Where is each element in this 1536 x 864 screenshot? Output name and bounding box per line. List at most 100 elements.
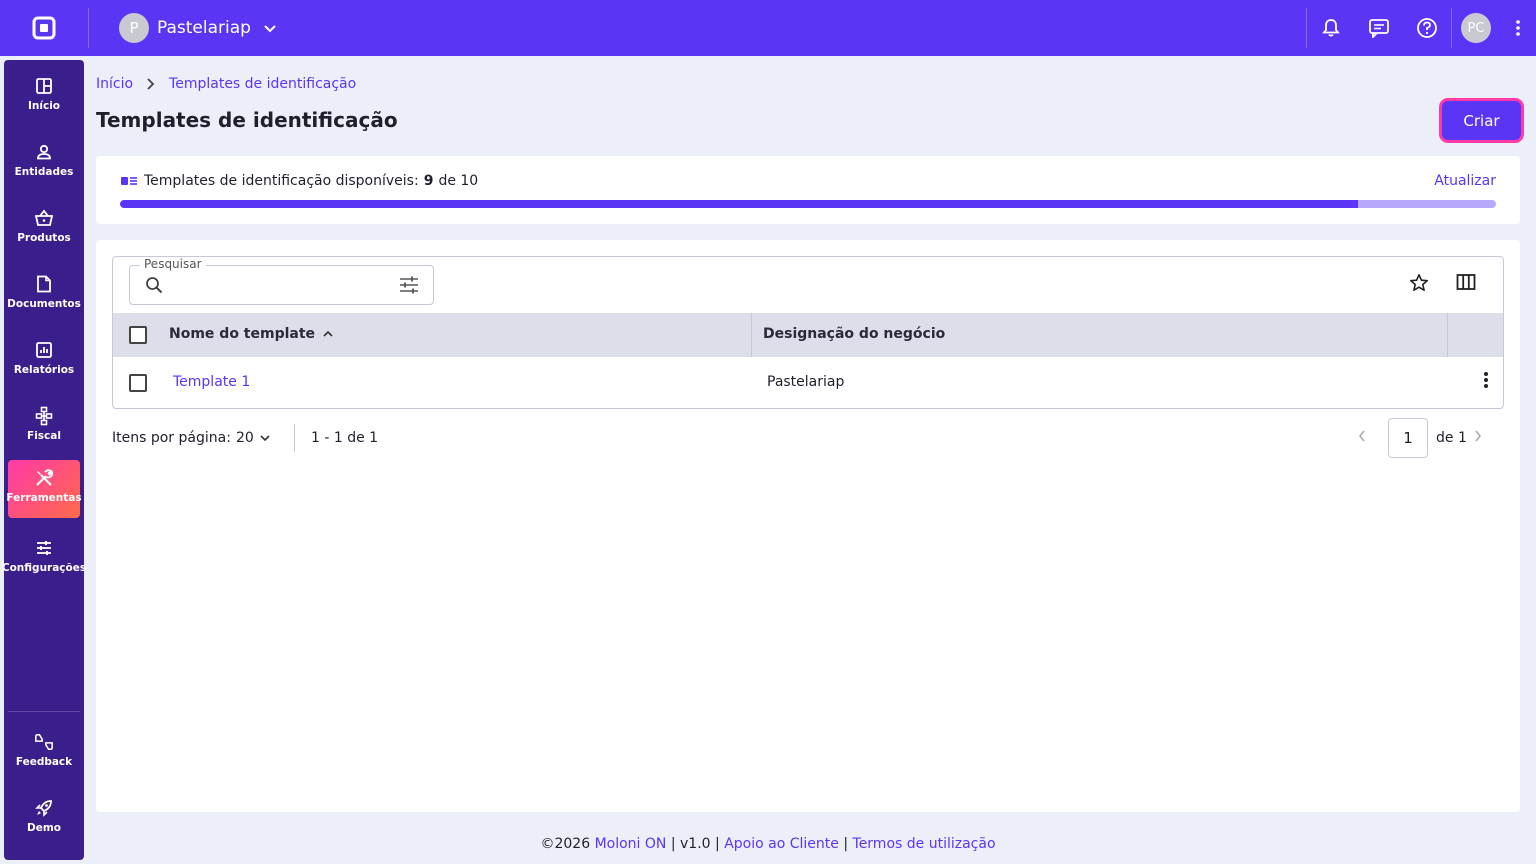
sort-ascending-icon [323, 330, 333, 338]
sidebar-item-label: Documentos [7, 298, 81, 310]
sidebar-item-label: Ferramentas [6, 492, 82, 504]
chevron-right-icon[interactable] [1474, 429, 1482, 443]
rocket-icon [34, 798, 54, 818]
sidebar-item-entidades[interactable]: Entidades [8, 134, 80, 192]
footer-separator: | [843, 836, 853, 852]
select-all-checkbox[interactable] [129, 326, 147, 344]
user-avatar: PC [1461, 13, 1491, 43]
data-table: Pesquisar Nome do template Designação do… [112, 256, 1504, 409]
quota-label: Templates de identificação disponíveis: [144, 173, 419, 189]
quota-text: Templates de identificação disponíveis: … [120, 173, 478, 189]
search-field[interactable]: Pesquisar [129, 257, 434, 305]
total-pages-label: de 1 [1436, 430, 1467, 446]
sidebar-item-documentos[interactable]: Documentos [7, 266, 81, 324]
table-header: Nome do template Designação do negócio [113, 313, 1503, 357]
breadcrumb-home[interactable]: Início [96, 76, 133, 92]
copyright-text: ©2026 [540, 836, 591, 852]
chevron-left-icon[interactable] [1358, 429, 1366, 443]
more-vertical-icon[interactable] [1500, 0, 1536, 56]
quota-used: 9 [423, 173, 434, 189]
pagination-divider [294, 424, 295, 452]
help-icon[interactable] [1403, 0, 1451, 56]
report-icon [34, 340, 54, 360]
footer: ©2026 Moloni ON | v1.0 | Apoio ao Client… [0, 836, 1536, 852]
template-name-link[interactable]: Template 1 [173, 374, 250, 390]
page-number-input[interactable]: 1 [1388, 418, 1428, 458]
pagination: Itens por página: 20 1 - 1 de 1 1 de 1 [112, 418, 1504, 460]
app-logo-icon[interactable] [0, 0, 88, 56]
quota-progress-bar [120, 200, 1496, 208]
sidebar-item-relatorios[interactable]: Relatórios [8, 332, 80, 390]
id-card-icon [120, 175, 138, 187]
row-checkbox[interactable] [129, 374, 147, 392]
page-title: Templates de identificação [96, 108, 398, 132]
sidebar-item-ferramentas[interactable]: Ferramentas [6, 460, 82, 518]
sidebar-divider [8, 711, 80, 712]
company-name: Pastelariap [157, 18, 251, 38]
create-button[interactable]: Criar [1442, 101, 1521, 140]
items-per-page-select[interactable]: 20 [236, 430, 270, 446]
support-link[interactable]: Apoio ao Cliente [724, 836, 839, 852]
brand-link[interactable]: Moloni ON [595, 836, 667, 852]
items-per-page-label: Itens por página: [112, 430, 231, 446]
footer-separator: | [715, 836, 725, 852]
breadcrumb-current[interactable]: Templates de identificação [169, 76, 356, 92]
sidebar-item-feedback[interactable]: Feedback [8, 724, 80, 782]
version-text: v1.0 [680, 836, 711, 852]
person-icon [34, 142, 54, 162]
search-label: Pesquisar [140, 257, 206, 271]
quota-progress-fill [120, 200, 1359, 208]
topbar-actions: PC [1306, 0, 1536, 56]
sidebar: Início Entidades Produtos Documentos Rel… [2, 60, 86, 860]
table-row: Template 1 Pastelariap [113, 357, 1503, 408]
columns-icon[interactable] [1456, 273, 1476, 291]
sidebar-item-produtos[interactable]: Produtos [8, 200, 80, 258]
column-header-business-name[interactable]: Designação do negócio [763, 326, 945, 342]
top-bar: P Pastelariap PC [0, 0, 1536, 56]
tools-icon [34, 468, 54, 488]
chevron-right-icon [147, 78, 155, 90]
feedback-icon [34, 732, 54, 752]
document-icon [34, 274, 54, 294]
star-icon[interactable] [1409, 273, 1429, 293]
column-header-template-name[interactable]: Nome do template [169, 326, 333, 342]
sidebar-item-fiscal[interactable]: Fiscal [8, 398, 80, 456]
quota-card: Templates de identificação disponíveis: … [96, 156, 1520, 224]
sidebar-item-label: Relatórios [13, 364, 75, 376]
company-selector[interactable]: P Pastelariap [119, 13, 277, 43]
filter-icon[interactable] [399, 276, 419, 294]
search-input[interactable] [170, 274, 390, 296]
footer-separator: | [670, 836, 681, 852]
company-avatar: P [119, 13, 149, 43]
sidebar-item-label: Início [27, 100, 61, 112]
sidebar-item-configuracoes[interactable]: Configurações [2, 530, 86, 588]
sidebar-item-label: Entidades [14, 166, 74, 178]
chevron-down-icon [263, 21, 277, 35]
sidebar-item-label: Configurações [1, 562, 87, 574]
basket-icon [34, 208, 54, 228]
refresh-link[interactable]: Atualizar [1434, 173, 1496, 189]
business-name-cell: Pastelariap [767, 374, 845, 390]
sidebar-item-label: Demo [27, 822, 61, 834]
chat-icon[interactable] [1355, 0, 1403, 56]
search-icon [145, 276, 163, 294]
bell-icon[interactable] [1307, 0, 1355, 56]
pagination-range: 1 - 1 de 1 [311, 430, 379, 446]
dashboard-icon [34, 76, 54, 96]
items-per-page-value: 20 [236, 430, 254, 446]
column-header-label: Nome do template [169, 326, 316, 342]
breadcrumb: Início Templates de identificação [96, 76, 356, 92]
column-divider [751, 313, 752, 357]
sidebar-item-inicio[interactable]: Início [8, 68, 80, 126]
topbar-divider [88, 8, 89, 48]
sidebar-item-label: Feedback [15, 756, 73, 768]
chevron-down-icon [260, 434, 270, 442]
quota-total: de 10 [438, 173, 479, 189]
sidebar-item-label: Produtos [17, 232, 71, 244]
fiscal-icon [34, 406, 54, 426]
table-card: Pesquisar Nome do template Designação do… [96, 240, 1520, 812]
more-vertical-icon[interactable] [1483, 371, 1489, 389]
sliders-icon [34, 538, 54, 558]
terms-link[interactable]: Termos de utilização [853, 836, 996, 852]
user-menu[interactable]: PC [1452, 0, 1500, 56]
